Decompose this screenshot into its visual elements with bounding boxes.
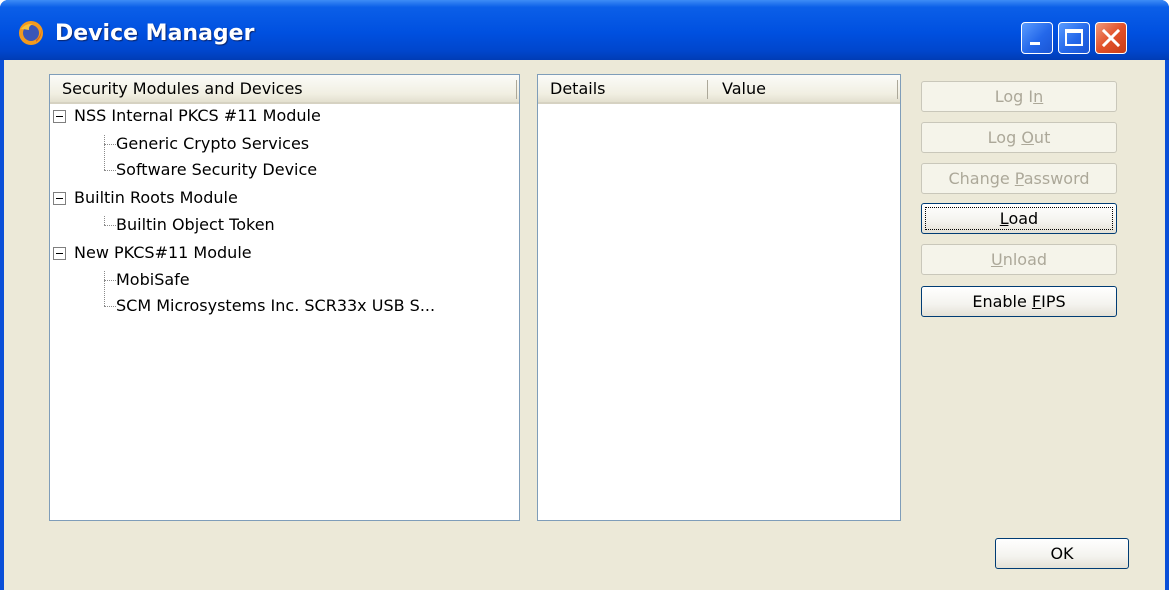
details-column-header[interactable]: Details <box>538 75 710 104</box>
log-in-button[interactable]: Log In <box>921 81 1117 112</box>
minimize-button[interactable] <box>1021 22 1053 54</box>
tree-item-mobisafe[interactable]: MobiSafe <box>50 267 510 293</box>
tree-item-generic-crypto-services[interactable]: Generic Crypto Services <box>50 131 510 157</box>
device-manager-window: Device Manager Security Modules and Devi… <box>0 0 1169 590</box>
tree-item-builtin-roots-module[interactable]: Builtin Roots Module <box>50 185 510 211</box>
unload-button[interactable]: Unload <box>921 244 1117 275</box>
tree-item-label: NSS Internal PKCS #11 Module <box>74 106 321 125</box>
log-out-button[interactable]: Log Out <box>921 122 1117 153</box>
tree-item-software-security-device[interactable]: Software Security Device <box>50 157 510 183</box>
tree-item-new-pkcs11-module[interactable]: New PKCS#11 Module <box>50 240 510 266</box>
collapse-toggle[interactable] <box>53 110 66 123</box>
maximize-icon <box>1065 29 1083 46</box>
security-modules-tree[interactable]: Security Modules and Devices NSS Interna… <box>49 74 520 521</box>
tree-item-label: Builtin Object Token <box>116 215 275 234</box>
tree-item-nss-internal-module[interactable]: NSS Internal PKCS #11 Module <box>50 103 510 129</box>
close-button[interactable] <box>1095 22 1127 54</box>
tree-item-label: Software Security Device <box>116 160 318 179</box>
column-separator <box>707 80 708 99</box>
close-icon <box>1101 28 1121 48</box>
enable-fips-button[interactable]: Enable FIPS <box>921 286 1117 317</box>
ok-button[interactable]: OK <box>995 538 1129 569</box>
column-separator <box>897 80 898 99</box>
title-bar[interactable]: Device Manager <box>0 0 1169 60</box>
tree-item-label: SCM Microsystems Inc. SCR33x USB S... <box>116 296 436 315</box>
value-column-header[interactable]: Value <box>710 75 900 104</box>
collapse-toggle[interactable] <box>53 247 66 260</box>
tree-item-label: Generic Crypto Services <box>116 134 310 153</box>
tree-item-label: MobiSafe <box>116 270 190 289</box>
tree-item-label: New PKCS#11 Module <box>74 243 252 262</box>
details-list[interactable]: Details Value <box>537 74 901 521</box>
tree-column-header[interactable]: Security Modules and Devices <box>50 75 519 104</box>
collapse-toggle[interactable] <box>53 192 66 205</box>
load-button[interactable]: Load <box>921 203 1117 234</box>
window-title: Device Manager <box>55 21 255 46</box>
details-column-header-label: Details <box>550 79 606 98</box>
column-separator <box>516 80 517 99</box>
dialog-client-area: Security Modules and Devices NSS Interna… <box>4 60 1165 590</box>
tree-item-label: Builtin Roots Module <box>74 188 238 207</box>
change-password-button[interactable]: Change Password <box>921 163 1117 194</box>
tree-item-builtin-object-token[interactable]: Builtin Object Token <box>50 212 510 238</box>
tree-item-scm-microsystems[interactable]: SCM Microsystems Inc. SCR33x USB S... <box>50 293 510 319</box>
firefox-icon <box>19 21 43 45</box>
maximize-button[interactable] <box>1058 22 1090 54</box>
value-column-header-label: Value <box>722 79 766 98</box>
tree-column-header-label: Security Modules and Devices <box>62 79 303 98</box>
minimize-icon <box>1030 42 1040 45</box>
